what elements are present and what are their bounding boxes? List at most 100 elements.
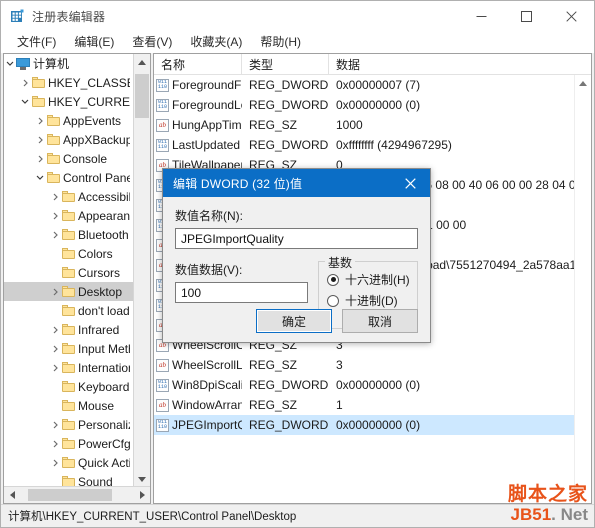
tree-hscroll-track[interactable] — [20, 487, 134, 503]
tree-item-don-t-load[interactable]: don't load — [4, 301, 134, 320]
chevron-down-icon[interactable] — [34, 168, 46, 187]
menu-item-4[interactable]: 帮助(H) — [251, 31, 310, 53]
table-row[interactable]: 011110ForegroundFla... REG_DWORD 0x0000000… — [154, 75, 575, 95]
chevron-down-icon[interactable] — [19, 92, 31, 111]
tree-vertical-scrollbar[interactable] — [133, 54, 150, 487]
scroll-up-icon[interactable] — [134, 54, 150, 70]
tree-item-bluetooth[interactable]: Bluetooth — [4, 225, 134, 244]
registry-editor-window: 注册表编辑器 文件(F) 编辑(E) 查看(V) 收藏夹(A) 帮助(H) 计算机 HKE… — [0, 0, 595, 528]
table-row[interactable]: abWheelScrollLin... REG_SZ 3 — [154, 355, 575, 375]
tree-item-cursors[interactable]: Cursors — [4, 263, 134, 282]
scroll-down-icon[interactable] — [134, 471, 150, 487]
chevron-right-icon[interactable] — [49, 453, 61, 472]
column-header-type[interactable]: 类型 — [242, 54, 329, 74]
cell-name: 011110JPEGImportQu... — [154, 415, 242, 435]
tree-item-[interactable]: 计算机 — [4, 54, 134, 73]
chevron-right-icon[interactable] — [49, 358, 61, 377]
menu-item-3[interactable]: 收藏夹(A) — [181, 31, 251, 53]
table-row[interactable]: 011 110 LastUpdated REG_DWORD 0xffffffff (42… — [154, 135, 575, 155]
column-header-name[interactable]: 名称 — [154, 54, 242, 74]
chevron-right-icon[interactable] — [49, 415, 61, 434]
radio-hexadecimal[interactable]: 十六进制(H) — [327, 269, 411, 290]
chevron-right-icon[interactable] — [49, 282, 61, 301]
value-data-input[interactable]: 100 — [175, 282, 308, 303]
scroll-left-icon[interactable] — [4, 487, 20, 503]
title-bar: 注册表编辑器 — [1, 1, 594, 31]
chevron-right-icon[interactable] — [19, 73, 31, 92]
tree-item-appearance[interactable]: Appearance — [4, 206, 134, 225]
table-row[interactable]: abWindowArran... REG_SZ 1 — [154, 395, 575, 415]
chevron-right-icon[interactable] — [34, 149, 46, 168]
chevron-right-icon[interactable] — [49, 434, 61, 453]
tree-hscroll-thumb[interactable] — [28, 489, 113, 501]
scroll-right-icon[interactable] — [134, 487, 150, 503]
chevron-right-icon[interactable] — [49, 206, 61, 225]
tree-horizontal-scrollbar[interactable] — [4, 486, 150, 503]
list-vertical-scrollbar[interactable] — [574, 75, 591, 503]
radio-decimal-icon[interactable] — [327, 294, 339, 307]
tree-item-quick-actions[interactable]: Quick Actions — [4, 453, 134, 472]
tree-item-label: Console — [63, 151, 108, 166]
menu-item-0[interactable]: 文件(F) — [8, 31, 65, 53]
list-scroll-up-icon[interactable] — [575, 75, 591, 91]
tree-item-appevents[interactable]: AppEvents — [4, 111, 134, 130]
tree-item-personalization[interactable]: Personalization — [4, 415, 134, 434]
value-name-input[interactable]: JPEGImportQuality — [175, 228, 418, 249]
chevron-right-icon[interactable] — [49, 187, 61, 206]
tree-item-keyboard[interactable]: Keyboard — [4, 377, 134, 396]
tree-scroll-thumb[interactable] — [135, 74, 149, 118]
folder-icon — [62, 229, 75, 240]
radio-hexadecimal-icon[interactable] — [327, 273, 339, 286]
folder-icon — [62, 362, 75, 373]
folder-icon — [47, 153, 60, 164]
tree-item-international[interactable]: International — [4, 358, 134, 377]
tree-item-infrared[interactable]: Infrared — [4, 320, 134, 339]
cell-name: 011 110 LastUpdated — [154, 135, 242, 155]
tree-item-powercfg[interactable]: PowerCfg — [4, 434, 134, 453]
chevron-right-icon[interactable] — [49, 225, 61, 244]
cancel-button[interactable]: 取消 — [342, 309, 418, 333]
dword-icon: 011110 — [156, 78, 169, 92]
chevron-right-icon[interactable] — [49, 320, 61, 339]
folder-icon — [62, 438, 75, 449]
value-name: Win8DpiScaling — [172, 378, 242, 392]
value-name: LastUpdated — [172, 138, 241, 152]
tree-item-mouse[interactable]: Mouse — [4, 396, 134, 415]
tree-item-accessibility[interactable]: Accessibility — [4, 187, 134, 206]
maximize-button[interactable] — [504, 1, 549, 31]
chevron-down-icon[interactable] — [4, 54, 16, 73]
menu-item-2[interactable]: 查看(V) — [123, 31, 181, 53]
table-row[interactable]: 011110JPEGImportQu... REG_DWORD 0x00000000… — [154, 415, 575, 435]
menu-item-1[interactable]: 编辑(E) — [65, 31, 123, 53]
folder-icon — [62, 324, 75, 335]
tree-item-control-panel[interactable]: Control Panel — [4, 168, 134, 187]
tree-item-label: Infrared — [78, 322, 120, 337]
minimize-button[interactable] — [459, 1, 504, 31]
tree-item-label: HKEY_CURRENT_USER — [48, 94, 130, 109]
tree-item-sound[interactable]: Sound — [4, 472, 134, 487]
tree-item-console[interactable]: Console — [4, 149, 134, 168]
tree-item-hkey-classes-root[interactable]: HKEY_CLASSES_ROOT — [4, 73, 134, 92]
close-button[interactable] — [549, 1, 594, 31]
table-row[interactable]: 011110ForegroundLo... REG_DWORD 0x00000000… — [154, 95, 575, 115]
dialog-close-button[interactable] — [390, 169, 430, 197]
tree-item-label: Accessibility — [78, 189, 130, 204]
table-row[interactable]: 011110Win8DpiScaling REG_DWORD 0x00000000 … — [154, 375, 575, 395]
tree-item-input-method[interactable]: Input Method — [4, 339, 134, 358]
table-row[interactable]: abHungAppTime... REG_SZ 1000 — [154, 115, 575, 135]
registry-tree[interactable]: 计算机 HKEY_CLASSES_ROOT HKEY_CURRENT_USER App… — [4, 54, 134, 487]
tree-item-desktop[interactable]: Desktop — [4, 282, 134, 301]
cell-name: 011110Win8DpiScaling — [154, 375, 242, 395]
cell-data: 0xffffffff (4294967295) — [336, 138, 452, 152]
chevron-right-icon[interactable] — [34, 111, 46, 130]
tree-item-colors[interactable]: Colors — [4, 244, 134, 263]
tree-item-hkey-current-user[interactable]: HKEY_CURRENT_USER — [4, 92, 134, 111]
radio-decimal[interactable]: 十进制(D) — [327, 290, 411, 311]
chevron-right-icon[interactable] — [34, 130, 46, 149]
column-header-data[interactable]: 数据 — [329, 54, 591, 74]
ok-button[interactable]: 确定 — [256, 309, 332, 333]
chevron-right-icon[interactable] — [49, 339, 61, 358]
cell-name: 011110ForegroundFla... — [154, 75, 242, 95]
tree-scroll-track[interactable] — [134, 70, 150, 471]
tree-item-appxbackupcontenter[interactable]: AppXBackupContenter — [4, 130, 134, 149]
